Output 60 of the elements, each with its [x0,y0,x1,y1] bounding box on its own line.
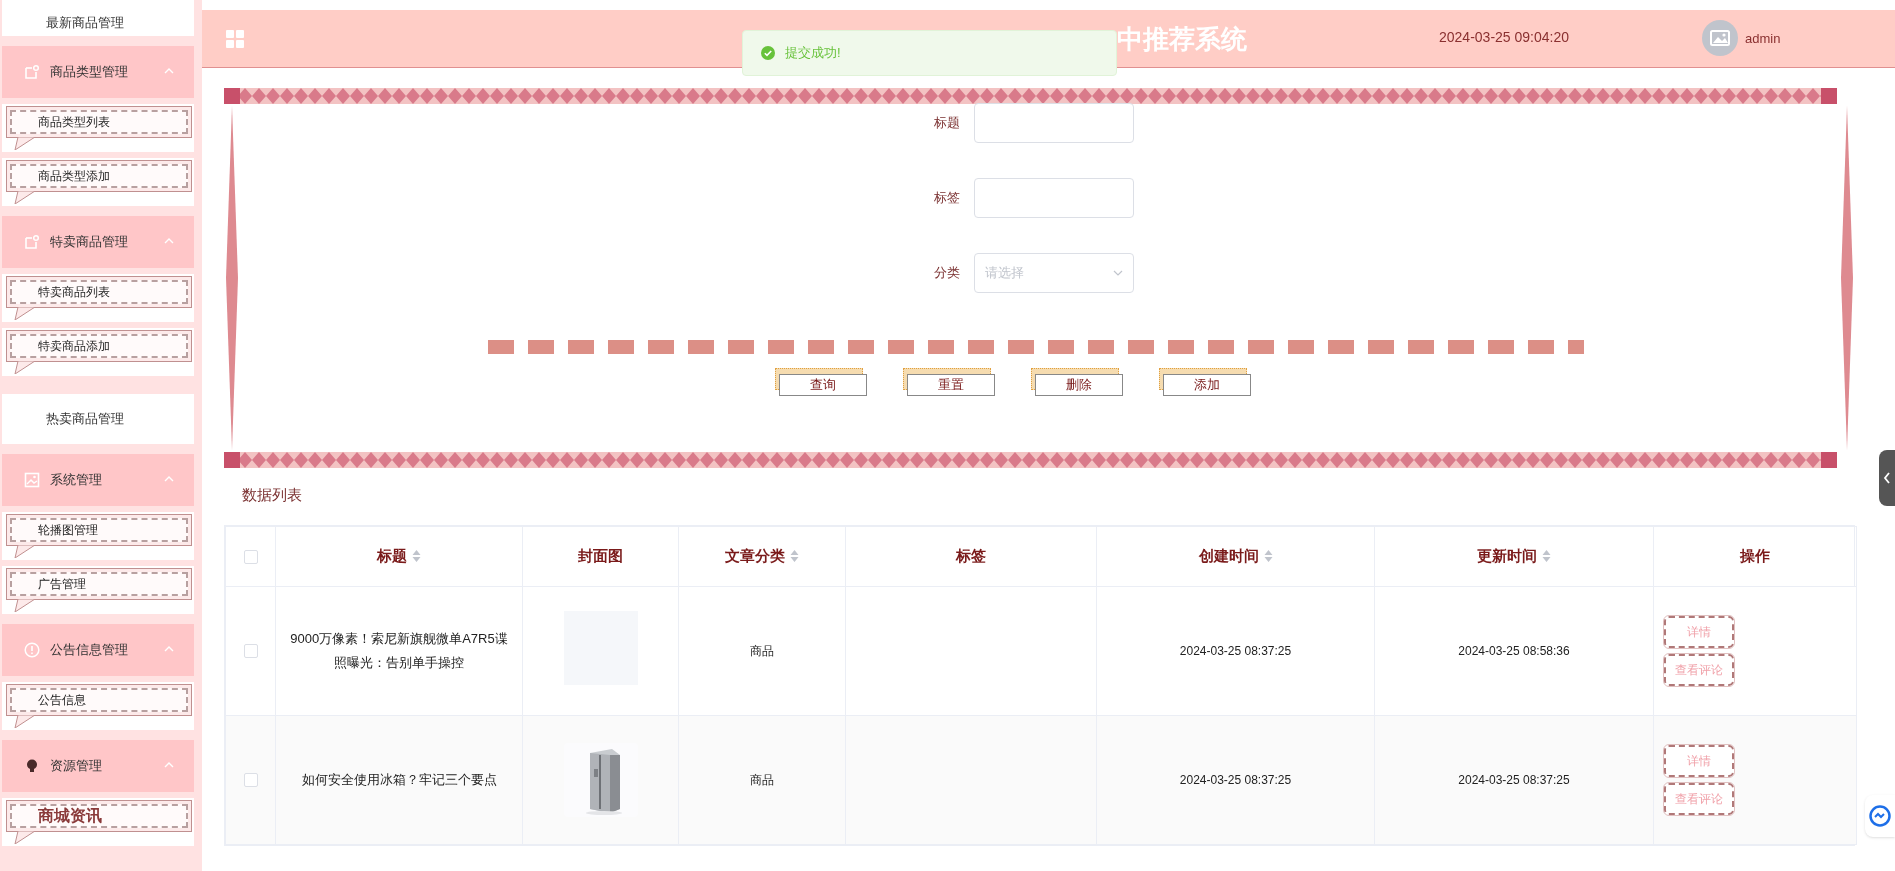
sort-icon[interactable] [1263,550,1273,562]
input-field[interactable] [974,103,1134,143]
tag-icon [24,64,40,80]
table-cell: 2024-03-25 08:37:25 [1458,772,1570,787]
field-label: 分类 [933,264,960,283]
image-icon [24,472,40,488]
column-header: 标签 [956,545,986,566]
input-field[interactable] [974,178,1134,218]
column-header: 文章分类 [725,545,785,566]
table-cell: 2024-03-25 08:58:36 [1458,643,1570,658]
check-circle-icon [761,46,775,60]
sidebar-subitem[interactable]: 商城资讯 [2,798,194,846]
sort-icon[interactable] [790,550,799,562]
sort-icon[interactable] [1542,550,1551,562]
chevron-left-icon [1883,472,1891,484]
table-cell: 商品 [750,643,774,658]
info-icon [24,642,40,658]
field-label: 标签 [933,189,960,208]
column-header: 标题 [377,545,407,566]
refresh-circle-icon [1869,805,1891,827]
collapse-handle[interactable] [1879,450,1895,506]
field-label: 标题 [933,114,960,133]
sidebar-item[interactable]: 最新商品管理 [2,0,194,36]
header-datetime: 2024-03-25 09:04:20 [1439,28,1569,47]
column-header: 更新时间 [1477,545,1537,566]
sort-icon[interactable] [412,550,421,562]
sidebar-subitem[interactable]: 特卖商品列表 [2,274,194,322]
sidebar-item[interactable]: 热卖商品管理 [2,394,194,444]
table-cell: 如何安全使用冰箱？牢记三个要点 [301,771,497,787]
column-header: 操作 [1740,545,1770,566]
toast-message: 提交成功! [785,44,841,63]
sidebar-group[interactable]: 商品类型管理 [2,46,194,98]
sidebar-group[interactable]: 公告信息管理 [2,624,194,676]
table-cell: 2024-03-25 08:37:25 [1179,772,1292,787]
section-title: 数据列表 [242,485,303,505]
sidebar-subitem[interactable]: 轮播图管理 [2,512,194,560]
tag-icon [24,234,40,250]
avatar-icon[interactable] [1702,20,1738,56]
grid-menu-icon[interactable] [225,28,245,49]
checkbox[interactable] [243,549,258,564]
sidebar-subitem[interactable]: 特卖商品添加 [2,328,194,376]
sidebar-subitem[interactable]: 公告信息 [2,682,194,730]
sidebar-subitem[interactable]: 广告管理 [2,566,194,614]
sidebar-subitem[interactable]: 商品类型列表 [2,104,194,152]
sidebar-group[interactable]: 特卖商品管理 [2,216,194,268]
floating-assistant-button[interactable] [1865,795,1895,837]
lightbulb-icon [24,758,40,774]
column-header: 封面图 [578,545,623,566]
username[interactable]: admin [1745,29,1781,49]
chevron-down-icon [1113,270,1123,276]
checkbox[interactable] [243,644,258,659]
table-cell: 9000万像素！索尼新旗舰微单A7R5谍照曝光：告别单手操控 [290,630,508,670]
sidebar-group[interactable]: 系统管理 [2,454,194,506]
table-cell: 2024-03-25 08:37:25 [1179,643,1292,658]
column-header: 创建时间 [1198,545,1259,566]
system-title: 中推荐系统 [1117,23,1247,56]
table-cell: 商品 [750,772,774,787]
sidebar-group[interactable]: 资源管理 [2,740,194,792]
checkbox[interactable] [243,773,258,788]
sidebar-subitem[interactable]: 商品类型添加 [2,158,194,206]
